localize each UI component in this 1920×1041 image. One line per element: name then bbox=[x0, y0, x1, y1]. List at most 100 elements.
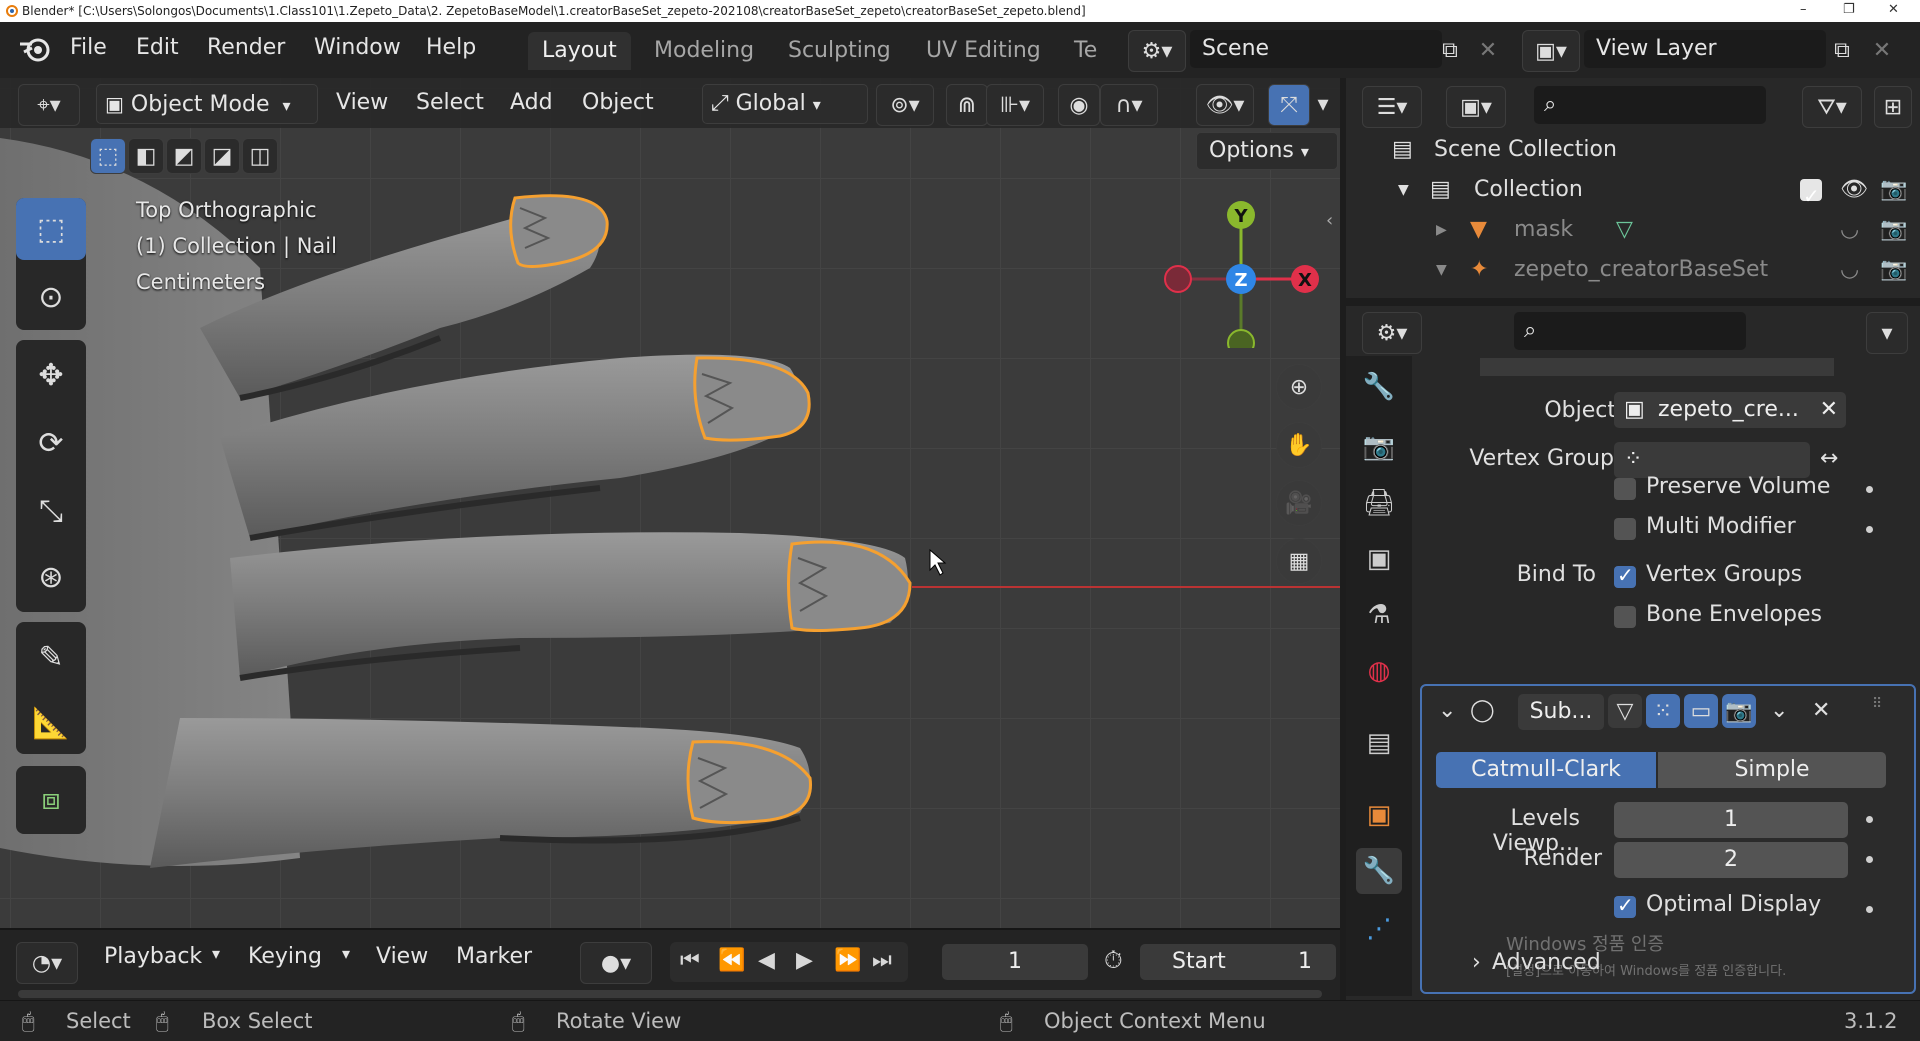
tab-output-icon[interactable]: 🖨 bbox=[1356, 480, 1402, 526]
new-collection-icon[interactable]: ⊞ bbox=[1874, 86, 1912, 128]
select-invert-icon[interactable]: ◪ bbox=[204, 138, 240, 174]
tab-uv-editing[interactable]: UV Editing bbox=[912, 32, 1055, 70]
jump-keyframe-next-icon[interactable]: ⏩ bbox=[834, 948, 861, 973]
pivot-point-icon[interactable]: ⊚▾ bbox=[876, 84, 934, 126]
modifier-dropdown-icon[interactable]: ⌄ bbox=[1770, 698, 1788, 723]
play-reverse-icon[interactable]: ◀ bbox=[758, 948, 775, 973]
delete-scene-icon[interactable]: ✕ bbox=[1468, 30, 1508, 70]
modifier-name-field[interactable]: Sub... bbox=[1518, 694, 1604, 730]
minimize-button[interactable]: – bbox=[1800, 2, 1807, 17]
outliner-row-mask[interactable]: ▶ ▼ mask ▽ ◡ 📷 bbox=[1346, 210, 1920, 250]
navigation-gizmo[interactable]: Y X Z bbox=[1150, 188, 1330, 348]
menu-file[interactable]: File bbox=[70, 35, 107, 60]
menu-window[interactable]: Window bbox=[314, 35, 401, 60]
camera-render-icon[interactable]: 📷 bbox=[1880, 250, 1907, 290]
timeline-scrollbar[interactable] bbox=[18, 990, 1322, 998]
timeline-editor-type-icon[interactable]: ◔▾ bbox=[16, 942, 78, 984]
bone-envelopes-checkbox[interactable] bbox=[1614, 606, 1636, 628]
new-view-layer-icon[interactable]: ⧉ bbox=[1822, 30, 1862, 70]
tab-texture-paint[interactable]: Te bbox=[1060, 32, 1111, 70]
tab-view-layer-icon[interactable]: ▣ bbox=[1356, 536, 1402, 582]
tab-tool-icon[interactable]: 🔧 bbox=[1356, 364, 1402, 410]
proportional-edit-icon[interactable]: ◉ bbox=[1058, 84, 1100, 126]
start-frame-field[interactable]: Start 1 bbox=[1140, 944, 1336, 980]
stopwatch-icon[interactable]: ⏱ bbox=[1104, 946, 1123, 974]
optimal-display-checkbox[interactable] bbox=[1614, 893, 1636, 918]
snap-magnet-icon[interactable]: ⋒ bbox=[946, 84, 988, 126]
eye-hidden-icon[interactable]: ◡ bbox=[1840, 250, 1859, 290]
zoom-icon[interactable]: ⊕ bbox=[1276, 364, 1322, 410]
outliner-row-collection[interactable]: ▼ ▤ Collection 👁 📷 bbox=[1346, 170, 1920, 216]
mode-dropdown[interactable]: ▣ Object Mode ▾ bbox=[96, 84, 318, 124]
remove-modifier-icon[interactable]: ✕ bbox=[1812, 698, 1830, 723]
new-scene-icon[interactable]: ⧉ bbox=[1430, 30, 1470, 70]
tab-collection-icon[interactable]: ▤ bbox=[1356, 720, 1402, 766]
menu-view[interactable]: View bbox=[336, 84, 388, 122]
multi-modifier-checkbox[interactable] bbox=[1614, 518, 1636, 540]
keyframe-dot-icon[interactable] bbox=[1866, 526, 1873, 533]
blender-menu-icon[interactable] bbox=[18, 34, 52, 64]
3d-viewport[interactable]: Top Orthographic (1) Collection | Nail C… bbox=[0, 78, 1340, 928]
expand-arrow-icon[interactable]: ▼ bbox=[1436, 250, 1447, 290]
expand-arrow-icon[interactable]: ▼ bbox=[1398, 170, 1409, 210]
drag-handle-icon[interactable]: ⠿ bbox=[1872, 696, 1882, 712]
play-icon[interactable]: ▶ bbox=[796, 948, 813, 973]
move-tool-icon[interactable]: ✥ bbox=[16, 344, 86, 406]
add-cube-tool-icon[interactable]: ⧈ bbox=[16, 768, 86, 830]
camera-render-icon[interactable]: 📷 bbox=[1880, 210, 1907, 250]
properties-search-input[interactable]: ⌕ bbox=[1514, 312, 1746, 350]
armature-modifier-header[interactable] bbox=[1480, 358, 1834, 376]
menu-render[interactable]: Render bbox=[207, 35, 285, 60]
keyframe-dot-icon[interactable] bbox=[1866, 856, 1873, 863]
render-levels-field[interactable]: 2 bbox=[1614, 842, 1848, 878]
cursor-tool-icon[interactable]: ⊙ bbox=[16, 266, 86, 328]
close-window-button[interactable]: ✕ bbox=[1888, 2, 1899, 17]
view-layer-browse-icon[interactable]: ▣▾ bbox=[1522, 30, 1580, 72]
current-frame-field[interactable]: 1 bbox=[942, 944, 1088, 980]
outliner-row-zepeto[interactable]: ▼ ✦ zepeto_creatorBaseSet ◡ 📷 bbox=[1346, 250, 1920, 290]
collection-exclude-checkbox[interactable] bbox=[1800, 176, 1822, 216]
outliner-editor-type-icon[interactable]: ☰▾ bbox=[1362, 86, 1422, 128]
gizmo-dropdown-icon[interactable]: ▾ bbox=[1310, 84, 1336, 124]
scene-name-field[interactable]: Scene bbox=[1190, 30, 1442, 68]
scale-tool-icon[interactable]: ⤡ bbox=[16, 480, 86, 542]
menu-select[interactable]: Select bbox=[416, 84, 484, 122]
camera-render-icon[interactable]: 📷 bbox=[1880, 170, 1907, 210]
clear-field-icon[interactable]: ✕ bbox=[1820, 392, 1838, 428]
edit-mode-icon[interactable]: ⁙ bbox=[1646, 694, 1680, 728]
armature-object-field[interactable]: ▣ zepeto_cre... ✕ bbox=[1614, 392, 1846, 428]
delete-view-layer-icon[interactable]: ✕ bbox=[1862, 30, 1902, 70]
render-camera-icon[interactable]: 📷 bbox=[1722, 694, 1756, 728]
measure-tool-icon[interactable]: 📐 bbox=[16, 692, 86, 754]
menu-object[interactable]: Object bbox=[582, 84, 654, 122]
jump-end-icon[interactable]: ⏭ bbox=[872, 948, 892, 973]
select-extend-icon[interactable]: ◧ bbox=[128, 138, 164, 174]
levels-viewport-field[interactable]: 1 bbox=[1614, 802, 1848, 838]
annotate-tool-icon[interactable]: ✎ bbox=[16, 626, 86, 688]
display-mode-icon[interactable]: ▣▾ bbox=[1446, 86, 1506, 128]
transform-tool-icon[interactable]: ⊛ bbox=[16, 546, 86, 608]
keyframe-dot-icon[interactable] bbox=[1866, 906, 1873, 913]
menu-add[interactable]: Add bbox=[510, 84, 553, 122]
select-box-tool-icon[interactable]: ⬚ bbox=[16, 198, 86, 260]
outliner-search-input[interactable]: ⌕ bbox=[1534, 86, 1766, 124]
tab-modifier-wrench-icon[interactable]: 🔧 bbox=[1356, 848, 1402, 894]
vertex-groups-checkbox[interactable] bbox=[1614, 563, 1636, 588]
tab-object-icon[interactable]: ▣ bbox=[1356, 792, 1402, 838]
menu-marker[interactable]: Marker bbox=[456, 944, 532, 969]
realtime-display-icon[interactable]: ▭ bbox=[1684, 694, 1718, 728]
properties-editor-type-icon[interactable]: ⚙▾ bbox=[1362, 312, 1422, 354]
tab-modeling[interactable]: Modeling bbox=[640, 32, 768, 70]
collapse-chevron-icon[interactable]: ⌄ bbox=[1438, 698, 1456, 723]
auto-keying-record-icon[interactable]: ●▾ bbox=[580, 942, 652, 984]
tab-scene-icon[interactable]: ⚗ bbox=[1356, 592, 1402, 638]
tab-world-icon[interactable]: ◍ bbox=[1356, 648, 1402, 694]
snap-target-icon[interactable]: ⊪▾ bbox=[986, 84, 1044, 126]
restore-button[interactable]: ❐ bbox=[1843, 2, 1855, 17]
tab-render-icon[interactable]: 📷 bbox=[1356, 424, 1402, 470]
sidebar-toggle-icon[interactable]: ‹ bbox=[1326, 210, 1333, 231]
tab-sculpting[interactable]: Sculpting bbox=[774, 32, 905, 70]
menu-timeline-view[interactable]: View bbox=[376, 944, 428, 969]
transform-orientation-dropdown[interactable]: ⤢ Global ▾ bbox=[702, 84, 868, 124]
select-new-icon[interactable]: ⬚ bbox=[90, 138, 126, 174]
